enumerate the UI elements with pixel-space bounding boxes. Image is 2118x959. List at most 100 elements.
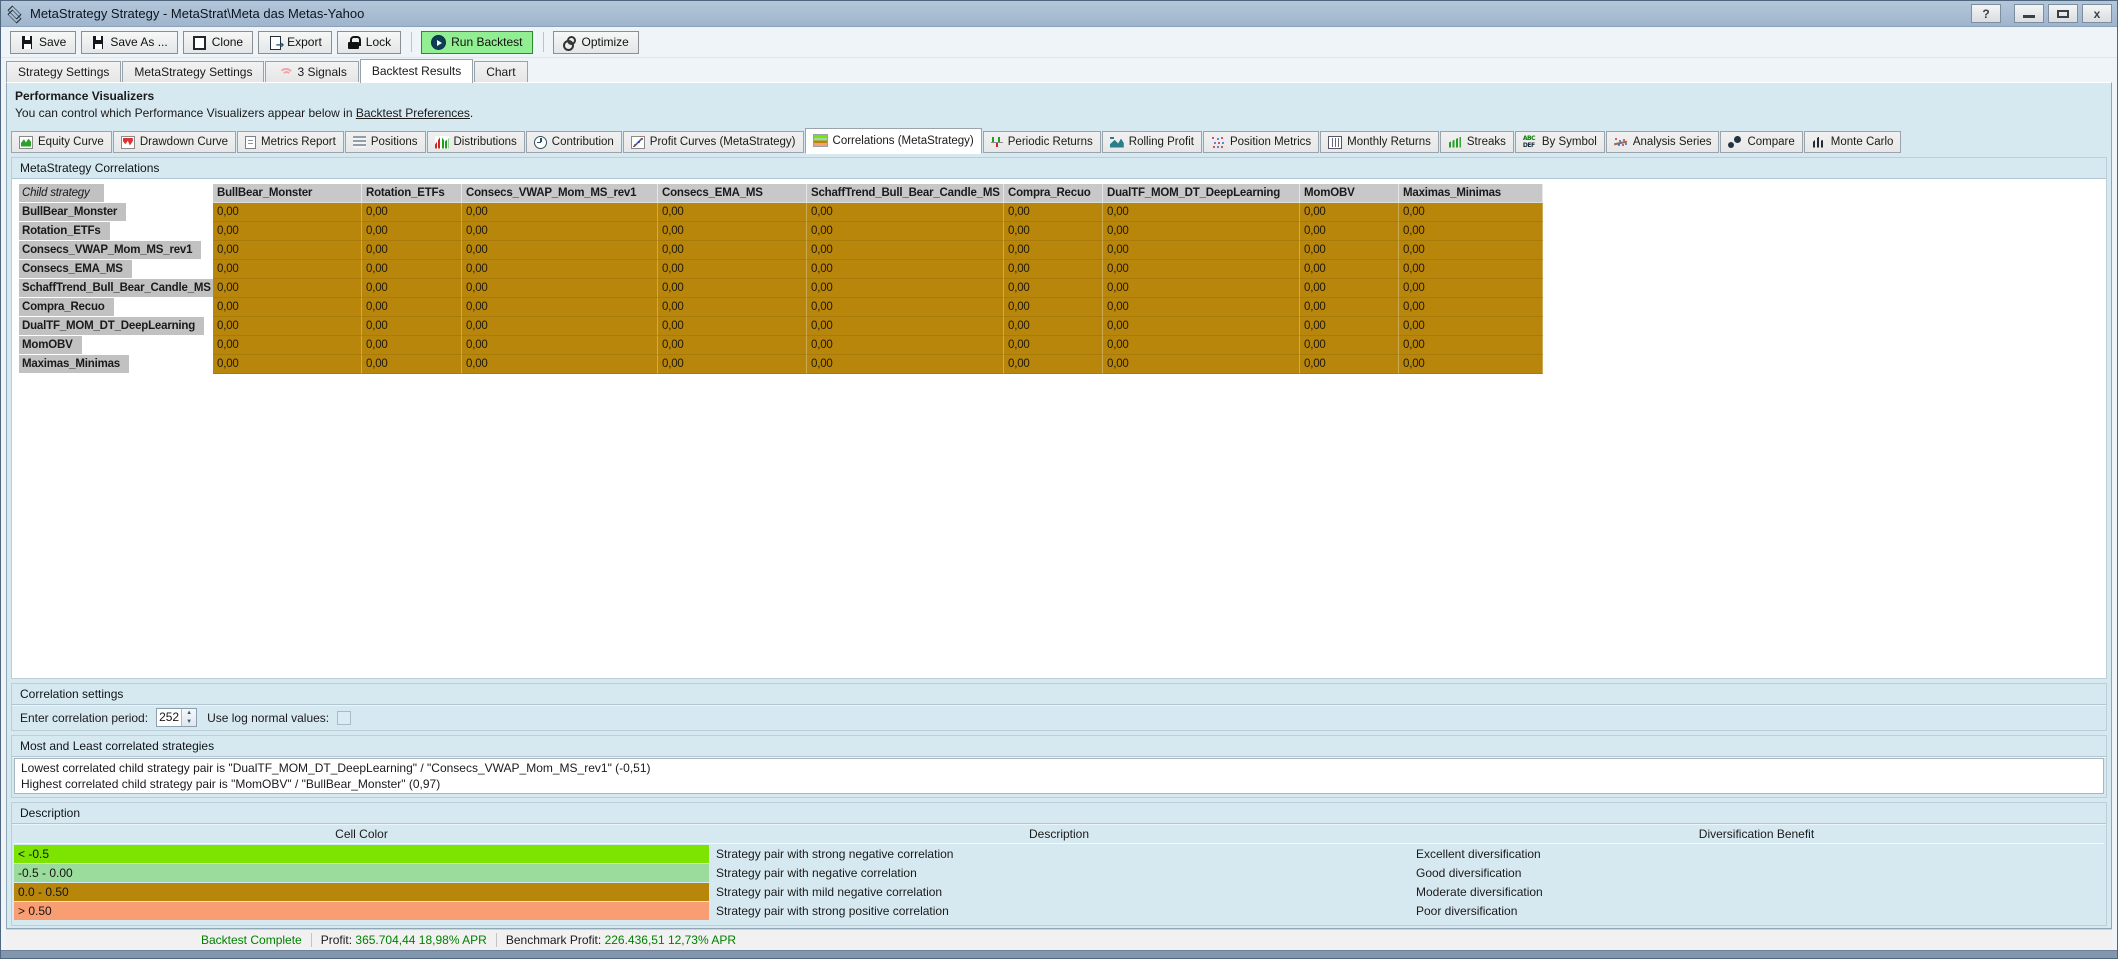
visualizer-tab[interactable]: By Symbol (1515, 131, 1605, 153)
correlation-row: Consecs_VWAP_Mom_MS_rev1 0,000,000,000,0… (19, 241, 2106, 260)
visualizer-tab-label: Positions (371, 136, 418, 148)
stepper-down-icon[interactable]: ▼ (182, 718, 196, 727)
help-button[interactable]: ? (1971, 4, 2001, 23)
correlation-cell: 0,00 (362, 260, 462, 279)
correlation-cell: 0,00 (658, 317, 807, 336)
column-header[interactable]: Rotation_ETFs (362, 184, 462, 203)
toolbar-button[interactable]: Lock (337, 31, 401, 54)
log-normal-checkbox[interactable] (337, 711, 351, 725)
minimize-icon (2023, 15, 2035, 18)
visualizer-tab[interactable]: Profit Curves (MetaStrategy) (623, 131, 804, 153)
corner-cell: Child strategy (19, 184, 213, 203)
column-header[interactable]: Consecs_EMA_MS (658, 184, 807, 203)
most-least-line: Lowest correlated child strategy pair is… (21, 760, 2097, 776)
toolbar-separator (411, 32, 412, 52)
column-header[interactable]: SchaffTrend_Bull_Bear_Candle_MS (807, 184, 1004, 203)
row-cells: 0,000,000,000,000,000,000,000,000,00 (213, 222, 1543, 241)
main-tab[interactable]: Strategy Settings (6, 61, 121, 82)
toolbar-button[interactable]: Clone (183, 31, 253, 54)
toolbar-button[interactable]: Save (10, 31, 76, 54)
most-least-group: Most and Least correlated strategies Low… (11, 735, 2107, 798)
visualizer-tab[interactable]: Contribution (526, 131, 622, 153)
visualizer-tab[interactable]: Rolling Profit (1102, 131, 1202, 153)
visualizer-tab[interactable]: Streaks (1440, 131, 1514, 153)
correlation-cell: 0,00 (1004, 336, 1103, 355)
correlation-cell: 0,00 (213, 298, 362, 317)
correlation-cell: 0,00 (1103, 317, 1300, 336)
visualizer-tab-icon (1812, 136, 1826, 149)
visualizer-tab-icon (1211, 136, 1225, 149)
row-cells: 0,000,000,000,000,000,000,000,000,00 (213, 336, 1543, 355)
correlation-cell: 0,00 (1300, 298, 1399, 317)
visualizer-tab[interactable]: Analysis Series (1606, 131, 1720, 153)
correlation-cell: 0,00 (1300, 336, 1399, 355)
column-header[interactable]: BullBear_Monster (213, 184, 362, 203)
visualizer-tab-label: Analysis Series (1633, 136, 1712, 148)
row-label-cell: Compra_Recuo (19, 298, 213, 317)
column-header[interactable]: Consecs_VWAP_Mom_MS_rev1 (462, 184, 658, 203)
column-header[interactable]: MomOBV (1300, 184, 1399, 203)
toolbar-button-label: Optimize (582, 35, 629, 49)
visualizer-tab[interactable]: Metrics Report (237, 131, 344, 153)
correlation-cell: 0,00 (807, 203, 1004, 222)
subtitle-text: You can control which Performance Visual… (15, 106, 356, 120)
visualizer-tab-icon (435, 136, 449, 149)
backtest-preferences-link[interactable]: Backtest Preferences (356, 106, 470, 120)
main-tab-label: MetaStrategy Settings (134, 65, 252, 79)
visualizer-tab-label: Correlations (MetaStrategy) (833, 135, 974, 147)
visualizer-tab-label: Periodic Returns (1008, 136, 1093, 148)
legend-color-swatch: < -0.5 (14, 845, 709, 863)
minimize-button[interactable] (2014, 4, 2044, 23)
toolbar-button[interactable]: Export (258, 31, 332, 54)
legend-header-benefit: Diversification Benefit (1409, 825, 2104, 843)
correlation-period-stepper[interactable]: 252 ▲ ▼ (156, 708, 197, 727)
correlation-cell: 0,00 (658, 279, 807, 298)
correlation-cell: 0,00 (1300, 279, 1399, 298)
close-button[interactable]: x (2082, 4, 2112, 23)
visualizer-tab-icon (534, 136, 547, 149)
main-tab[interactable]: MetaStrategy Settings (122, 61, 264, 82)
stepper-up-icon[interactable]: ▲ (182, 709, 196, 718)
toolbar: Save Save As ... Clone Export Lock Run B… (1, 27, 2117, 58)
correlation-cell: 0,00 (213, 317, 362, 336)
column-header[interactable]: Maximas_Minimas (1399, 184, 1543, 203)
correlation-cell: 0,00 (658, 355, 807, 374)
correlation-cell: 0,00 (462, 336, 658, 355)
visualizer-tab-label: Monte Carlo (1831, 136, 1894, 148)
visualizer-tab[interactable]: Compare (1720, 131, 1802, 153)
correlation-cell: 0,00 (1103, 203, 1300, 222)
row-label: Rotation_ETFs (19, 222, 110, 240)
row-label-cell: DualTF_MOM_DT_DeepLearning (19, 317, 213, 336)
main-tab-label: Backtest Results (372, 64, 461, 78)
main-tab[interactable]: Backtest Results (360, 59, 473, 83)
visualizer-tab[interactable]: Equity Curve (11, 131, 112, 153)
visualizer-tab[interactable]: Monte Carlo (1804, 131, 1902, 153)
correlation-cell: 0,00 (1103, 241, 1300, 260)
correlation-cell: 0,00 (658, 336, 807, 355)
toolbar-button[interactable]: Optimize (553, 31, 639, 54)
toolbar-button-label: Run Backtest (451, 35, 522, 49)
most-least-textbox[interactable]: Lowest correlated child strategy pair is… (14, 758, 2104, 794)
main-tab[interactable]: Chart (474, 61, 527, 82)
main-tab[interactable]: 3 Signals (265, 61, 358, 82)
correlation-cell: 0,00 (1004, 203, 1103, 222)
visualizer-tab[interactable]: Position Metrics (1203, 131, 1319, 153)
correlation-cell: 0,00 (462, 260, 658, 279)
maximize-button[interactable] (2048, 4, 2078, 23)
toolbar-button[interactable]: Run Backtest (421, 31, 532, 54)
visualizer-tab-icon (19, 136, 33, 149)
column-header[interactable]: DualTF_MOM_DT_DeepLearning (1103, 184, 1300, 203)
visualizer-tab[interactable]: Correlations (MetaStrategy) (805, 128, 982, 154)
column-headers: BullBear_MonsterRotation_ETFsConsecs_VWA… (213, 184, 1543, 203)
column-header[interactable]: Compra_Recuo (1004, 184, 1103, 203)
visualizer-tab[interactable]: Monthly Returns (1320, 131, 1439, 153)
toolbar-button[interactable]: Save As ... (81, 31, 177, 54)
correlation-settings-row: Enter correlation period: 252 ▲ ▼ Use lo… (12, 705, 2106, 730)
visualizer-tab[interactable]: Drawdown Curve (113, 131, 236, 153)
visualizer-tab[interactable]: Periodic Returns (983, 131, 1101, 153)
correlation-period-value[interactable]: 252 (157, 709, 181, 726)
correlation-cell: 0,00 (362, 317, 462, 336)
correlation-cell: 0,00 (1103, 260, 1300, 279)
visualizer-tab[interactable]: Distributions (427, 131, 525, 153)
visualizer-tab[interactable]: Positions (345, 131, 426, 153)
